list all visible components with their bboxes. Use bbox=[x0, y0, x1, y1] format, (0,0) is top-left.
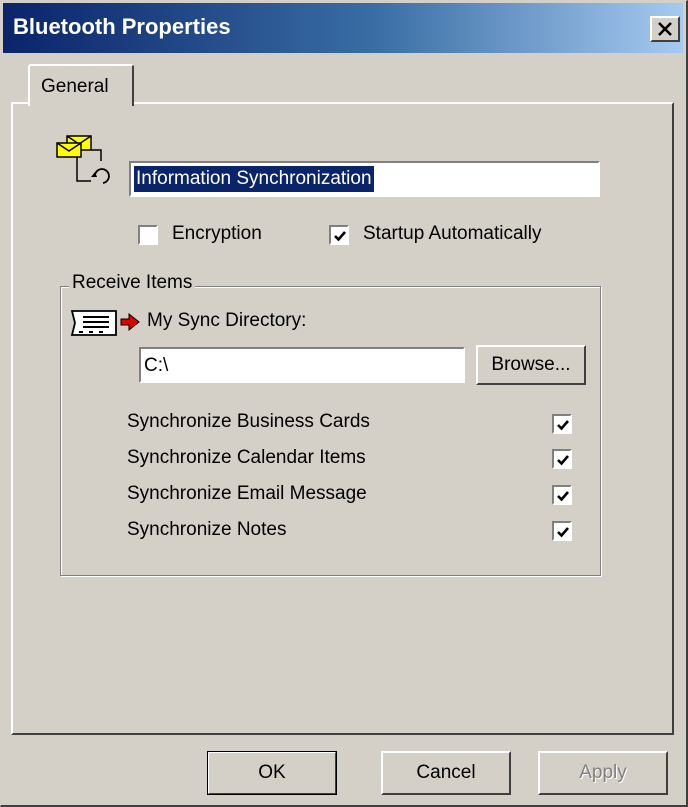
startup-automatically-label: Startup Automatically bbox=[363, 223, 542, 244]
cancel-button[interactable]: Cancel bbox=[381, 751, 511, 795]
sync-directory-label: My Sync Directory: bbox=[147, 310, 307, 331]
browse-button[interactable]: Browse... bbox=[476, 345, 586, 385]
receive-items-legend: Receive Items bbox=[69, 272, 196, 294]
checkmark-icon bbox=[557, 491, 569, 502]
sync-envelope-icon bbox=[56, 135, 110, 184]
service-name-selected-text: Information Synchronization bbox=[134, 166, 374, 192]
tab-general[interactable]: General bbox=[28, 64, 134, 106]
sync-directory-input[interactable]: C:\ bbox=[139, 347, 465, 383]
title-bar[interactable]: Bluetooth Properties bbox=[3, 3, 683, 53]
sync-email-message-label: Synchronize Email Message bbox=[127, 483, 367, 504]
ok-button[interactable]: OK bbox=[207, 751, 337, 795]
sync-calendar-items-label: Synchronize Calendar Items bbox=[127, 447, 366, 468]
window-title: Bluetooth Properties bbox=[13, 14, 231, 39]
close-icon bbox=[658, 22, 672, 36]
sync-notes-checkbox[interactable] bbox=[552, 521, 572, 541]
checkmark-icon bbox=[557, 455, 569, 466]
sync-business-cards-checkbox[interactable] bbox=[552, 414, 572, 434]
encryption-checkbox[interactable] bbox=[138, 225, 158, 245]
bluetooth-properties-dialog: Bluetooth Properties General Information… bbox=[0, 0, 688, 807]
startup-automatically-checkbox[interactable] bbox=[329, 225, 349, 245]
sync-calendar-items-checkbox[interactable] bbox=[552, 449, 572, 469]
checkmark-icon bbox=[557, 420, 569, 431]
sync-directory-value: C:\ bbox=[144, 355, 169, 376]
checkmark-icon bbox=[557, 527, 569, 538]
apply-button: Apply bbox=[538, 751, 668, 795]
directory-arrow-icon bbox=[70, 310, 140, 336]
checkmark-icon bbox=[334, 231, 346, 242]
sync-business-cards-label: Synchronize Business Cards bbox=[127, 411, 370, 432]
sync-notes-label: Synchronize Notes bbox=[127, 519, 287, 540]
tab-general-label: General bbox=[41, 76, 109, 97]
encryption-label: Encryption bbox=[172, 223, 262, 244]
sync-email-message-checkbox[interactable] bbox=[552, 485, 572, 505]
close-button[interactable] bbox=[650, 16, 680, 42]
